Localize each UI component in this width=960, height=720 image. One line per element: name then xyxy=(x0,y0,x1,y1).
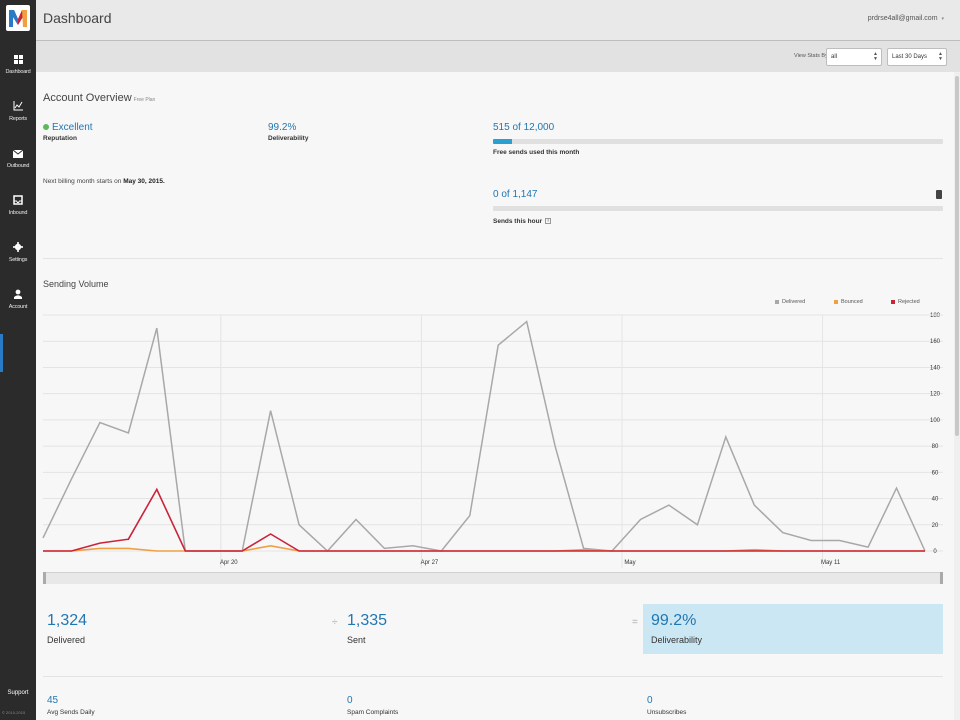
spam-value: 0 xyxy=(347,695,353,706)
top-bar: Dashboard prdrse4all@gmail.com ▾ xyxy=(36,0,960,41)
unsub-label: Unsubscribes xyxy=(647,709,687,716)
legend-bounced[interactable]: Bounced xyxy=(834,299,863,305)
avg-sends-value: 45 xyxy=(47,695,59,706)
chevron-down-icon: ▾ xyxy=(941,16,944,22)
navigator-handle-left[interactable] xyxy=(43,572,46,584)
stat-deliverability-label: Deliverability xyxy=(651,635,703,645)
sidebar-item-label: Reports xyxy=(9,116,27,122)
hour-sends-label-row: Sends this hour? xyxy=(493,218,552,225)
section-divider xyxy=(43,258,943,259)
user-menu[interactable]: prdrse4all@gmail.com ▾ xyxy=(868,15,944,22)
spam-label: Spam Complaints xyxy=(347,709,399,716)
info-icon[interactable] xyxy=(936,190,942,199)
free-sends-value: 515 of 12,000 xyxy=(493,122,555,133)
reputation-value: Excellent xyxy=(43,122,93,133)
legend-label: Bounced xyxy=(841,299,863,305)
sidebar-item-label: Dashboard xyxy=(5,69,31,75)
legend-swatch xyxy=(775,299,779,304)
gear-icon xyxy=(0,242,36,256)
hour-sends-value: 0 of 1,147 xyxy=(493,189,538,200)
chart-icon xyxy=(0,101,36,115)
unsub-value: 0 xyxy=(647,695,653,706)
user-icon xyxy=(0,289,36,303)
page-title: Dashboard xyxy=(43,10,112,26)
support-link[interactable]: Support xyxy=(0,690,36,696)
sidebar-item-settings[interactable]: Settings xyxy=(0,242,36,264)
sidebar-item-account[interactable]: Account xyxy=(0,289,36,311)
reputation-text: Excellent xyxy=(52,122,93,133)
stat-deliverability-value: 99.2% xyxy=(651,612,697,629)
hour-sends-progress xyxy=(493,206,943,211)
divide-icon: ÷ xyxy=(332,617,338,628)
stat-sent-value: 1,335 xyxy=(347,612,388,629)
stats-divider xyxy=(43,676,943,677)
view-stats-label: View Stats By: xyxy=(794,53,830,59)
stat-delivered-label: Delivered xyxy=(47,635,86,645)
scrollbar-thumb[interactable] xyxy=(955,76,959,436)
equals-icon: = xyxy=(632,617,638,628)
grid-icon xyxy=(0,54,36,68)
view-stats-value: all xyxy=(831,54,838,60)
stat-delivered-value: 1,324 xyxy=(47,612,88,629)
free-sends-progress-fill xyxy=(493,139,513,144)
sidebar-item-dashboard[interactable]: Dashboard xyxy=(0,54,36,76)
envelope-icon xyxy=(0,148,36,162)
legend-delivered[interactable]: Delivered xyxy=(775,299,805,305)
reputation-label: Reputation xyxy=(43,135,77,142)
status-dot-icon xyxy=(43,124,49,131)
legend-label: Delivered xyxy=(782,299,806,305)
legend-label: Rejected xyxy=(898,299,920,305)
active-indicator xyxy=(0,334,3,372)
deliverability-value: 99.2% xyxy=(268,122,297,133)
mandrill-logo[interactable] xyxy=(6,5,30,31)
hour-sends-label: Sends this hour xyxy=(493,218,543,225)
free-sends-label: Free sends used this month xyxy=(493,149,580,156)
select-arrow-icon: ▲ ▼ xyxy=(938,51,943,62)
select-arrow-icon: ▲ ▼ xyxy=(873,51,878,62)
sidebar-item-outbound[interactable]: Outbound xyxy=(0,148,36,170)
sidebar-item-label: Settings xyxy=(8,257,28,263)
billing-note: Next billing month starts on May 30, 201… xyxy=(43,178,165,185)
copyright-text: © 2010-2015 xyxy=(2,710,26,715)
chart-title: Sending Volume xyxy=(43,279,109,289)
sidebar-item-label: Inbound xyxy=(8,210,28,216)
deliverability-label: Deliverability xyxy=(268,135,309,142)
sidebar-item-inbound[interactable]: Inbound xyxy=(0,195,36,217)
free-sends-progress xyxy=(493,139,943,144)
billing-note-text: Next billing month starts on xyxy=(43,178,122,185)
filter-bar: View Stats By: all ▲ ▼ Last 30 Days ▲ ▼ xyxy=(36,41,960,72)
view-stats-select[interactable]: all ▲ ▼ xyxy=(826,48,882,66)
legend-swatch xyxy=(834,299,838,304)
sidebar-item-label: Outbound xyxy=(6,163,30,169)
chart-navigator[interactable] xyxy=(43,572,943,584)
stat-sent-label: Sent xyxy=(347,635,366,645)
billing-date: May 30, 2015. xyxy=(123,178,165,185)
user-email: prdrse4all@gmail.com xyxy=(867,15,938,22)
sidebar: Dashboard Reports Outbound Inbound Setti… xyxy=(0,0,36,720)
inbox-icon xyxy=(0,195,36,209)
plan-label: Free Plan xyxy=(133,97,156,103)
avg-sends-label: Avg Sends Daily xyxy=(47,709,95,716)
legend-rejected[interactable]: Rejected xyxy=(891,299,920,305)
account-overview-heading: Account Overview xyxy=(43,92,132,104)
account-overview-title: Account Overview Free Plan xyxy=(43,92,155,104)
period-select[interactable]: Last 30 Days ▲ ▼ xyxy=(887,48,947,66)
help-icon[interactable]: ? xyxy=(545,218,552,225)
sidebar-item-reports[interactable]: Reports xyxy=(0,101,36,123)
legend-swatch xyxy=(891,299,895,304)
period-value: Last 30 Days xyxy=(892,54,928,60)
navigator-handle-right[interactable] xyxy=(940,572,943,584)
sidebar-item-label: Account xyxy=(8,304,28,310)
